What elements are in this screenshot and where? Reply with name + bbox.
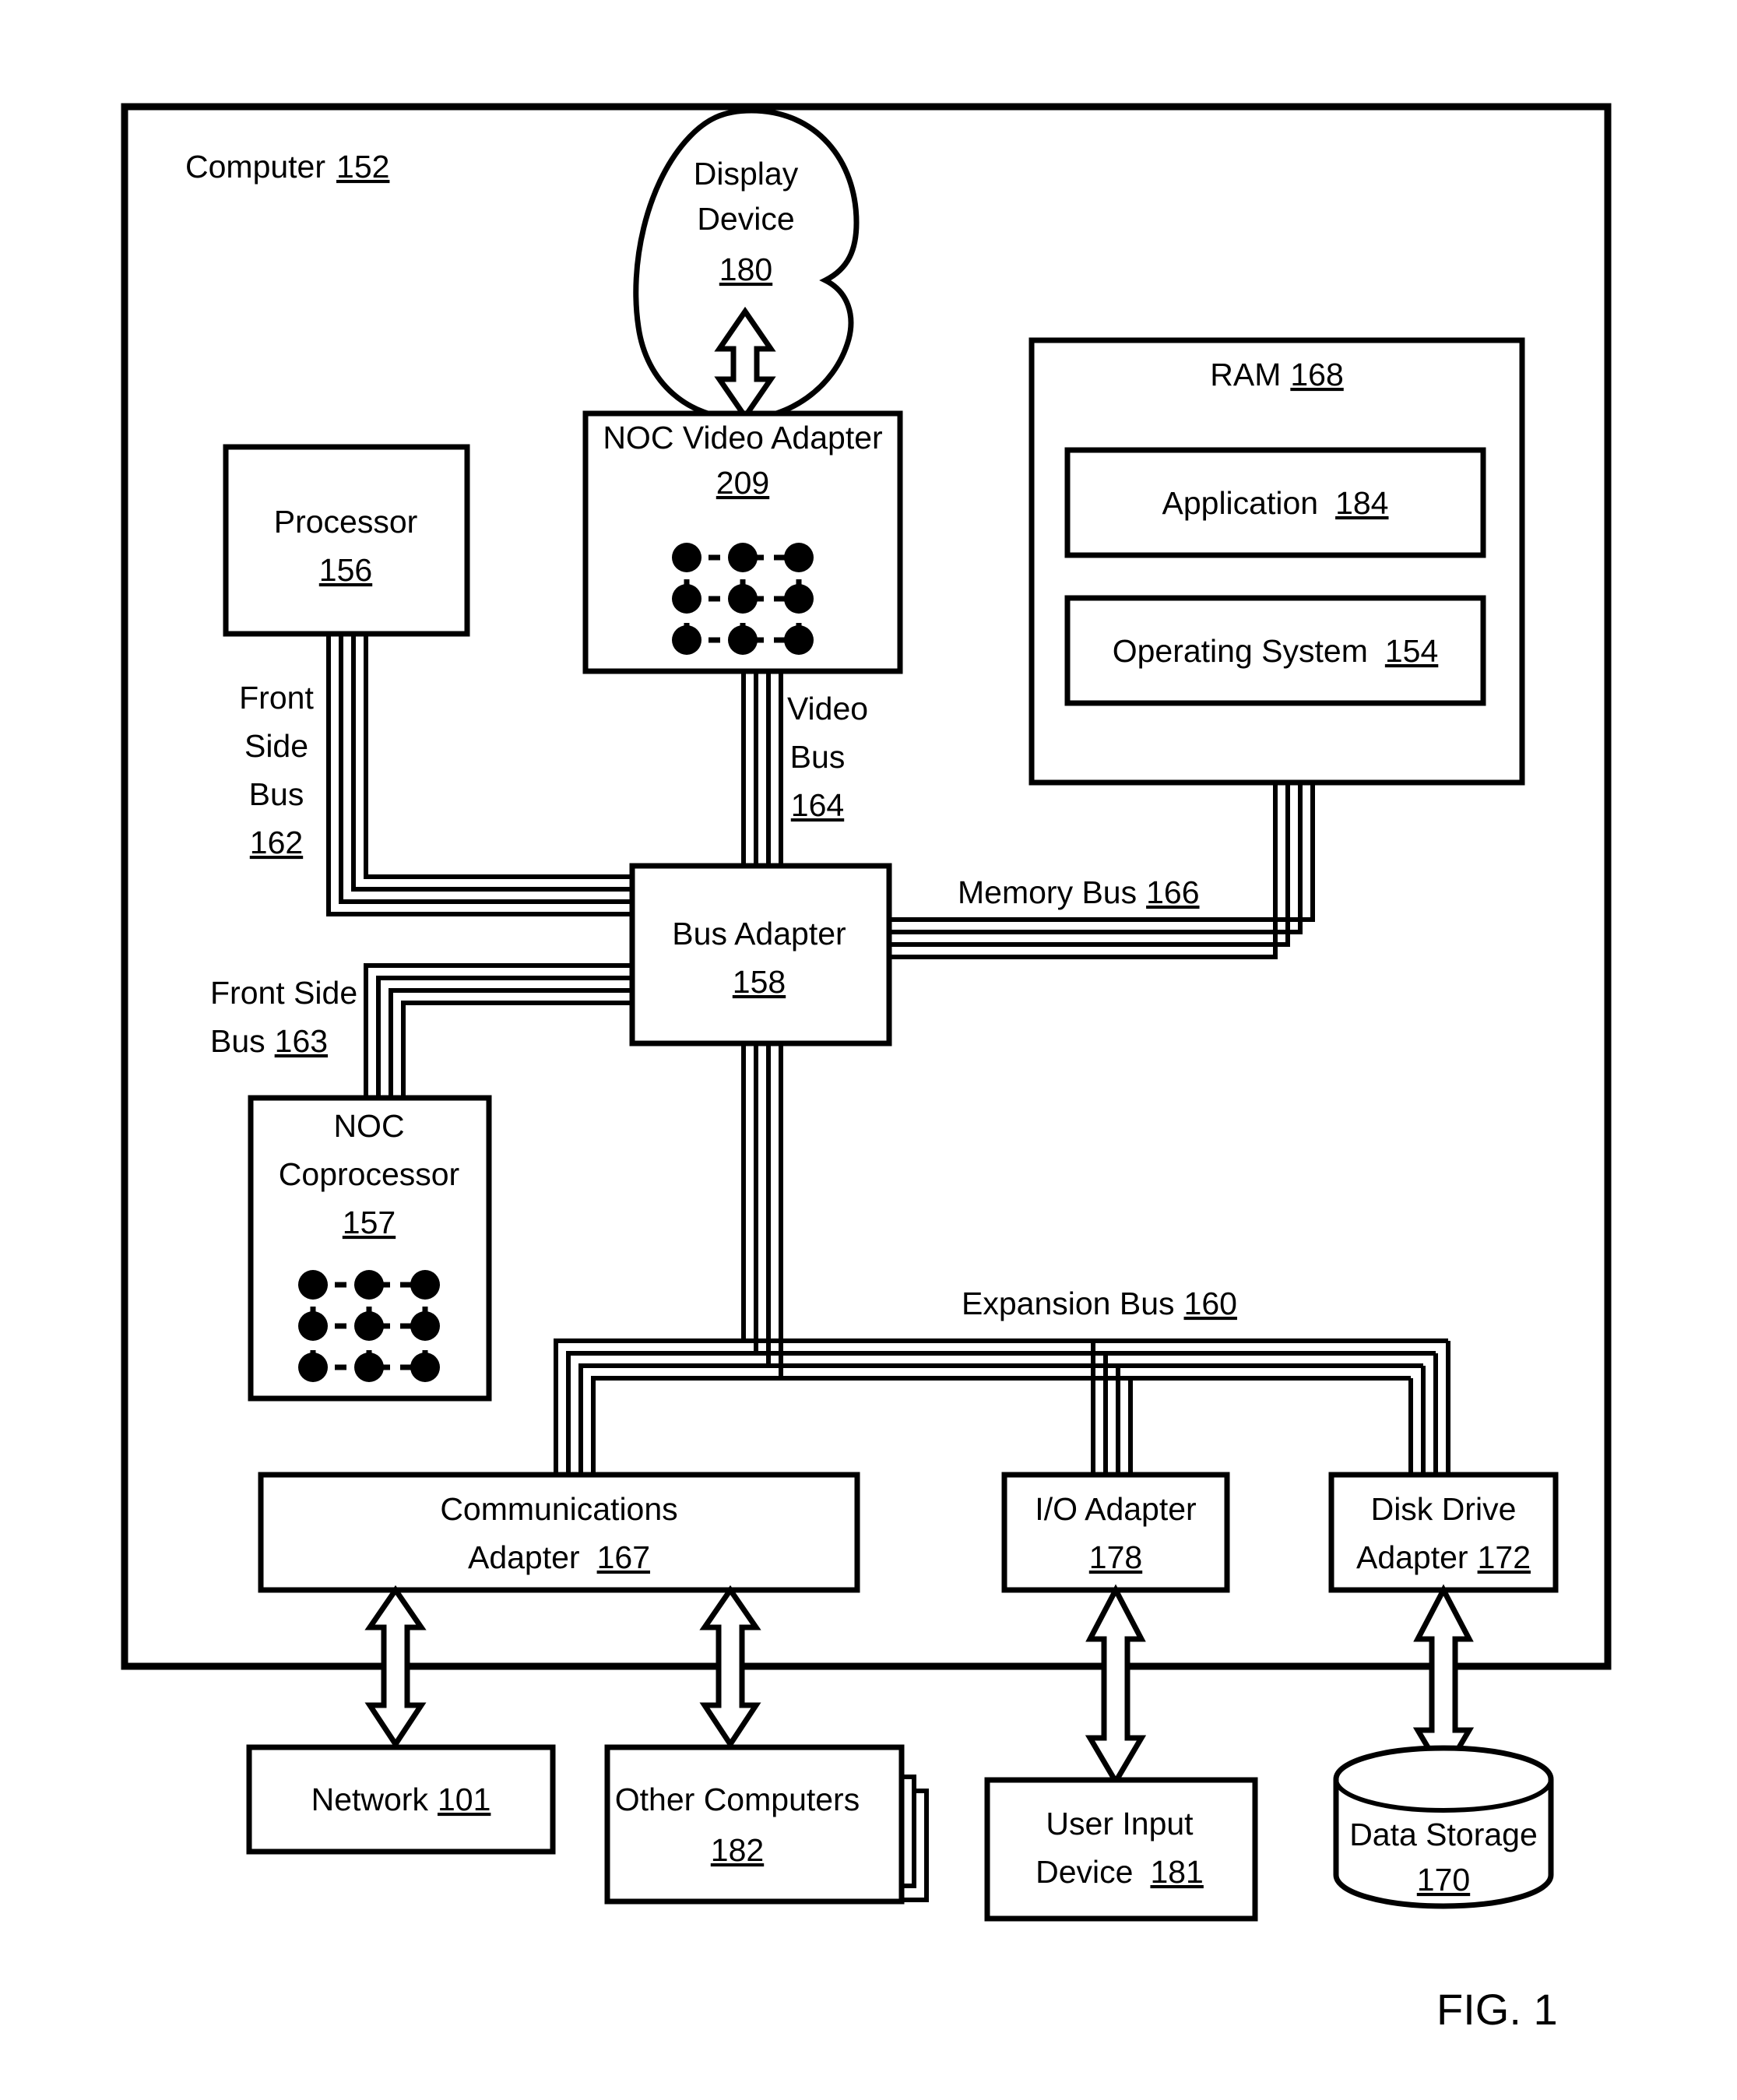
- user-input-device-label-line2: Device 181: [1036, 1854, 1204, 1890]
- noc-video-adapter-mesh: [672, 543, 814, 655]
- memory-bus-166-lines: [888, 783, 1315, 959]
- ram-box: [1028, 337, 1525, 786]
- display-device-label-line1: Display: [694, 156, 799, 192]
- expansion-bus-160-lines: [554, 1040, 1450, 1478]
- noc-coprocessor-mesh: [298, 1270, 440, 1382]
- front-side-bus-162-label-line1: Front: [239, 680, 314, 716]
- network-label: Network 101: [311, 1782, 491, 1817]
- front-side-bus-162-label-line3: Bus: [249, 776, 304, 812]
- other-computers-label: Other Computers: [615, 1782, 860, 1817]
- front-side-bus-162-label-line2: Side: [244, 728, 308, 764]
- noc-coprocessor-ref: 157: [343, 1205, 396, 1240]
- communications-adapter-label-line1: Communications: [440, 1491, 677, 1527]
- front-side-bus-162-ref: 162: [250, 825, 303, 860]
- bus-adapter-ref: 158: [733, 964, 786, 1000]
- data-storage-ref: 170: [1417, 1862, 1470, 1898]
- front-side-bus-163-label-line2: Bus 163: [210, 1023, 328, 1059]
- noc-video-adapter-ref: 209: [716, 465, 769, 501]
- noc-coprocessor-label-line2: Coprocessor: [279, 1156, 459, 1192]
- processor-box: [223, 444, 470, 637]
- computer-label: Computer 152: [185, 149, 389, 185]
- video-bus-164-label-line1: Video: [787, 691, 868, 726]
- video-bus-164-label-line2: Bus: [790, 739, 846, 775]
- disk-drive-adapter-label-line1: Disk Drive: [1371, 1491, 1517, 1527]
- data-storage-label: Data Storage: [1349, 1817, 1538, 1852]
- video-bus-164-ref: 164: [791, 787, 844, 823]
- front-side-bus-163-lines: [364, 963, 635, 1101]
- io-adapter-label: I/O Adapter: [1035, 1491, 1196, 1527]
- io-to-user-input-arrow: [1085, 1584, 1147, 1787]
- display-device-label-line2: Device: [697, 201, 794, 237]
- bus-adapter-box: [629, 863, 892, 1046]
- diagram-canvas: Computer 152 Display Device 180 NOC Vide…: [121, 103, 1612, 2034]
- other-computers-ref: 182: [711, 1832, 764, 1868]
- display-device-ref: 180: [719, 252, 772, 287]
- processor-label: Processor: [274, 504, 418, 540]
- user-input-device-label-line1: User Input: [1046, 1806, 1194, 1841]
- noc-video-adapter-label: NOC Video Adapter: [603, 420, 882, 456]
- figure-label: FIG. 1: [1436, 1985, 1558, 2034]
- bus-adapter-label: Bus Adapter: [672, 916, 846, 952]
- video-bus-164-lines: [741, 671, 783, 869]
- front-side-bus-163-label-line1: Front Side: [210, 975, 357, 1011]
- ram-label: RAM 168: [1210, 357, 1344, 392]
- operating-system-label: Operating System 154: [1113, 633, 1439, 669]
- disk-drive-adapter-label-line2: Adapter 172: [1356, 1539, 1531, 1575]
- processor-ref: 156: [319, 552, 372, 588]
- communications-adapter-label-line2: Adapter 167: [468, 1539, 650, 1575]
- noc-coprocessor-label-line1: NOC: [333, 1108, 404, 1144]
- patent-figure-1: Computer 152 Display Device 180 NOC Vide…: [0, 0, 1737, 2100]
- user-input-device-box: [984, 1777, 1258, 1922]
- application-label: Application 184: [1162, 485, 1389, 521]
- memory-bus-166-label: Memory Bus 166: [958, 874, 1200, 910]
- expansion-bus-160-label: Expansion Bus 160: [962, 1286, 1237, 1321]
- other-computers-box: [604, 1744, 905, 1905]
- io-adapter-ref: 178: [1089, 1539, 1142, 1575]
